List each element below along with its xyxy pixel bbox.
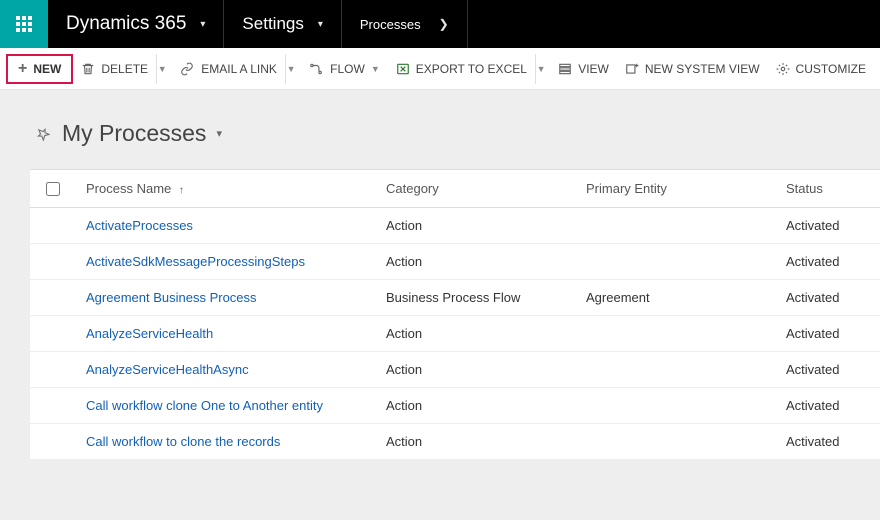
cell-category: Action xyxy=(376,362,576,377)
excel-icon xyxy=(396,62,410,76)
cell-entity: Agreement xyxy=(576,290,776,305)
customize-icon xyxy=(776,62,790,76)
cell-process-name: Call workflow to clone the records xyxy=(76,434,376,449)
chevron-down-icon: ▾ xyxy=(216,127,222,140)
chevron-right-icon: ❯ xyxy=(439,17,449,31)
flow-button[interactable]: FLOW ▼ xyxy=(300,54,388,84)
command-bar: + NEW DELETE ▼ EMAIL A LINK ▼ FLOW ▼ EXP… xyxy=(0,48,880,90)
cell-status: Activated xyxy=(776,326,880,341)
nav-brand[interactable]: Dynamics 365 ▾ xyxy=(48,0,224,48)
trash-icon xyxy=(81,62,95,76)
export-excel-button[interactable]: EXPORT TO EXCEL xyxy=(388,54,535,84)
process-link[interactable]: Call workflow to clone the records xyxy=(86,434,280,449)
cell-status: Activated xyxy=(776,218,880,233)
cell-status: Activated xyxy=(776,254,880,269)
col-category-label: Category xyxy=(386,181,439,196)
table-row[interactable]: AnalyzeServiceHealthAsync Action Activated xyxy=(30,352,880,388)
grid-header: Process Name ↑ Category Primary Entity S… xyxy=(30,170,880,208)
view-selector[interactable]: My Processes ▾ xyxy=(36,120,880,147)
chevron-down-icon: ▾ xyxy=(200,19,205,30)
email-split-caret[interactable]: ▼ xyxy=(285,54,296,84)
cell-process-name: ActivateSdkMessageProcessingSteps xyxy=(76,254,376,269)
delete-split-caret[interactable]: ▼ xyxy=(156,54,167,84)
cell-process-name: AnalyzeServiceHealthAsync xyxy=(76,362,376,377)
table-row[interactable]: Agreement Business Process Business Proce… xyxy=(30,280,880,316)
customize-button[interactable]: CUSTOMIZE xyxy=(768,54,874,84)
records-grid: Process Name ↑ Category Primary Entity S… xyxy=(30,169,880,460)
col-entity-label: Primary Entity xyxy=(586,181,667,196)
view-icon xyxy=(558,62,572,76)
process-link[interactable]: ActivateSdkMessageProcessingSteps xyxy=(86,254,305,269)
app-launcher-button[interactable] xyxy=(0,0,48,48)
cell-status: Activated xyxy=(776,398,880,413)
col-primary-entity[interactable]: Primary Entity xyxy=(576,181,776,196)
nav-breadcrumb-processes[interactable]: Processes ❯ xyxy=(342,0,468,48)
settings-label: Settings xyxy=(242,14,303,34)
link-icon xyxy=(179,62,195,76)
process-link[interactable]: ActivateProcesses xyxy=(86,218,193,233)
flow-icon xyxy=(308,62,324,76)
select-all-checkbox[interactable] xyxy=(46,182,60,196)
cell-category: Action xyxy=(376,398,576,413)
table-row[interactable]: ActivateSdkMessageProcessingSteps Action A… xyxy=(30,244,880,280)
chevron-down-icon: ▾ xyxy=(318,19,323,30)
breadcrumb-label: Processes xyxy=(360,17,421,32)
delete-button[interactable]: DELETE xyxy=(73,54,156,84)
col-status[interactable]: Status xyxy=(776,181,880,196)
customize-label: CUSTOMIZE xyxy=(796,62,866,76)
cell-process-name: Call workflow clone One to Another entit… xyxy=(76,398,376,413)
export-split-caret[interactable]: ▼ xyxy=(535,54,546,84)
global-nav: Dynamics 365 ▾ Settings ▾ Processes ❯ xyxy=(0,0,880,48)
table-row[interactable]: AnalyzeServiceHealth Action Activated xyxy=(30,316,880,352)
cell-status: Activated xyxy=(776,362,880,377)
view-button[interactable]: VIEW xyxy=(550,54,617,84)
cell-status: Activated xyxy=(776,290,880,305)
email-link-button[interactable]: EMAIL A LINK xyxy=(171,54,285,84)
col-name-label: Process Name xyxy=(86,181,171,196)
new-system-view-button[interactable]: NEW SYSTEM VIEW xyxy=(617,54,768,84)
view-title-label: My Processes xyxy=(62,120,206,147)
cell-process-name: Agreement Business Process xyxy=(76,290,376,305)
process-link[interactable]: AnalyzeServiceHealth xyxy=(86,326,213,341)
new-system-view-label: NEW SYSTEM VIEW xyxy=(645,62,760,76)
cell-status: Activated xyxy=(776,434,880,449)
chevron-down-icon: ▼ xyxy=(371,64,380,74)
brand-label: Dynamics 365 xyxy=(66,13,186,35)
new-button[interactable]: + NEW xyxy=(6,54,73,84)
view-label: VIEW xyxy=(578,62,609,76)
delete-label: DELETE xyxy=(101,62,148,76)
table-row[interactable]: Call workflow clone One to Another entit… xyxy=(30,388,880,424)
cell-process-name: AnalyzeServiceHealth xyxy=(76,326,376,341)
email-link-label: EMAIL A LINK xyxy=(201,62,277,76)
content-area: My Processes ▾ Process Name ↑ Category P… xyxy=(0,90,880,520)
col-process-name[interactable]: Process Name ↑ xyxy=(76,181,376,196)
export-label: EXPORT TO EXCEL xyxy=(416,62,527,76)
process-link[interactable]: AnalyzeServiceHealthAsync xyxy=(86,362,249,377)
nav-settings[interactable]: Settings ▾ xyxy=(224,0,341,48)
sort-asc-icon: ↑ xyxy=(179,185,184,196)
plus-icon: + xyxy=(18,60,27,78)
cell-category: Action xyxy=(376,218,576,233)
process-link[interactable]: Agreement Business Process xyxy=(86,290,257,305)
cell-category: Action xyxy=(376,326,576,341)
process-link[interactable]: Call workflow clone One to Another entit… xyxy=(86,398,323,413)
main-panel: My Processes ▾ Process Name ↑ Category P… xyxy=(30,108,880,520)
cell-category: Business Process Flow xyxy=(376,290,576,305)
select-all-cell[interactable] xyxy=(30,182,76,196)
cell-category: Action xyxy=(376,434,576,449)
left-gutter xyxy=(16,108,30,520)
col-category[interactable]: Category xyxy=(376,181,576,196)
system-view-icon xyxy=(625,62,639,76)
waffle-icon xyxy=(16,16,32,32)
new-label: NEW xyxy=(33,62,61,76)
table-row[interactable]: Call workflow to clone the records Action… xyxy=(30,424,880,460)
cell-process-name: ActivateProcesses xyxy=(76,218,376,233)
pin-icon xyxy=(36,127,50,141)
grid-body: ActivateProcessesActionActivatedActivate… xyxy=(30,208,880,460)
table-row[interactable]: ActivateProcesses Action Activated xyxy=(30,208,880,244)
flow-label: FLOW xyxy=(330,62,365,76)
col-status-label: Status xyxy=(786,181,823,196)
cell-category: Action xyxy=(376,254,576,269)
